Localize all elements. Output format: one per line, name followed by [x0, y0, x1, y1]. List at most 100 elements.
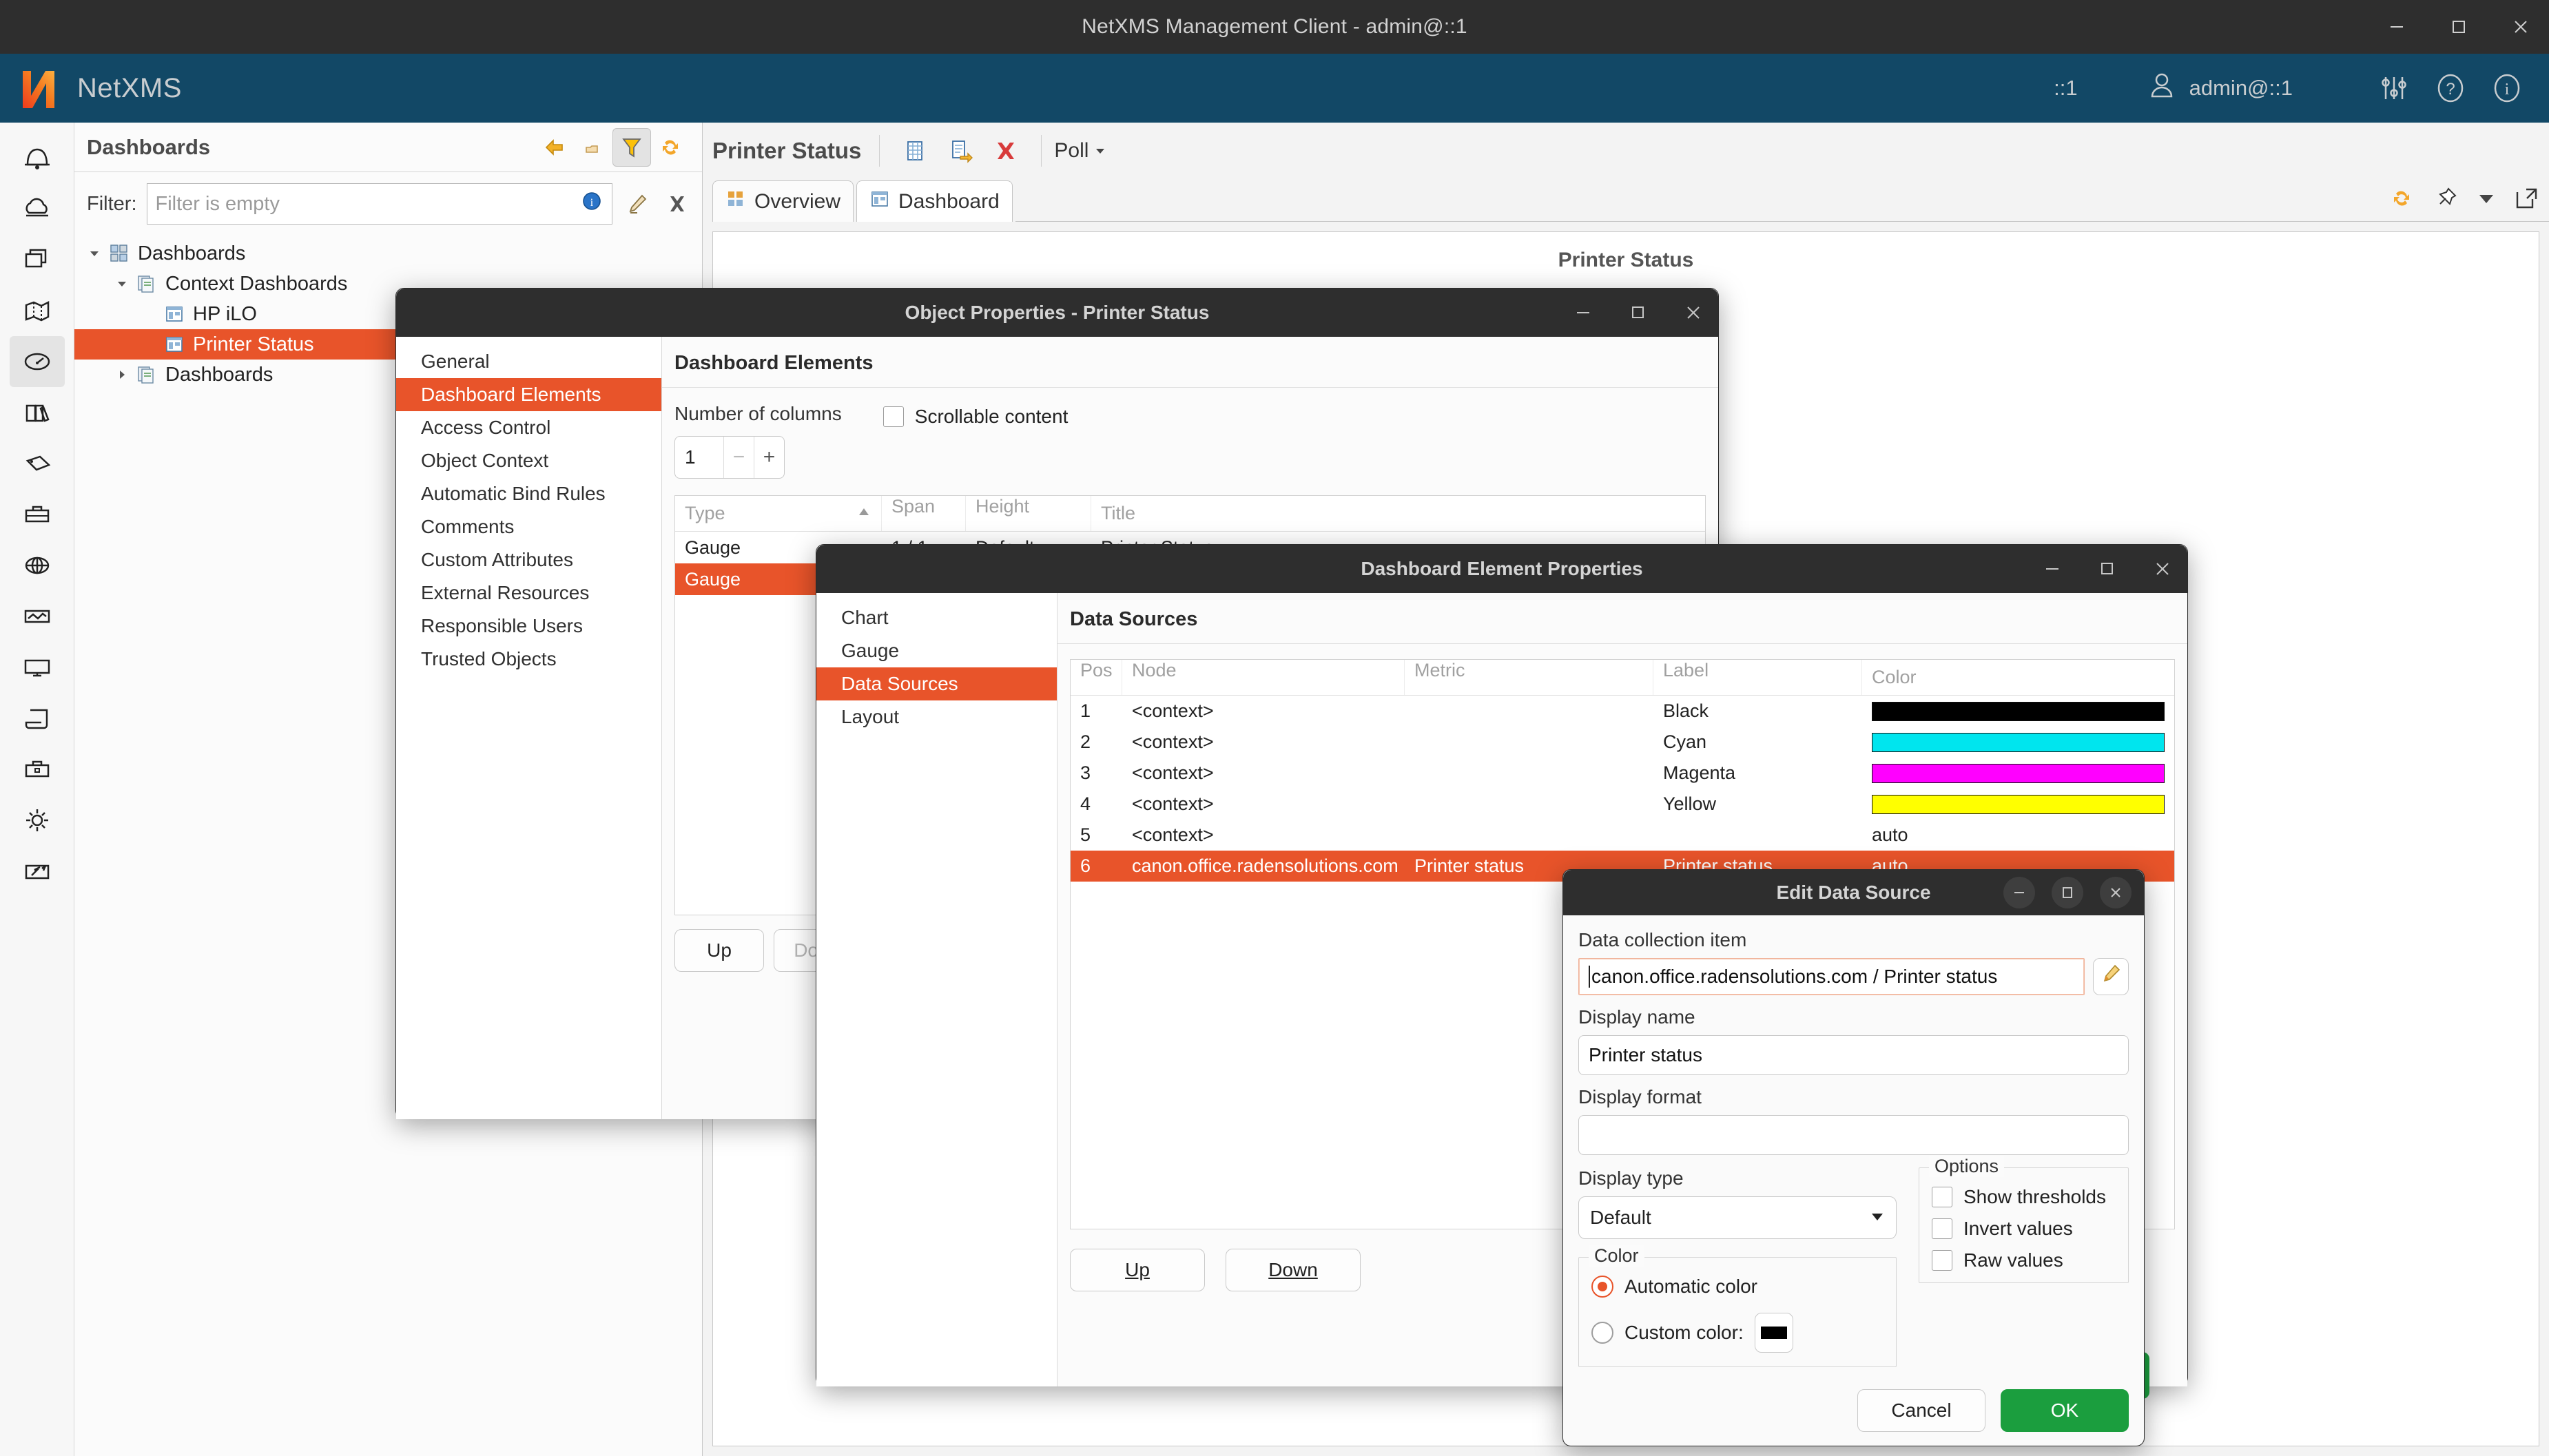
column-header-title[interactable]: Title	[1101, 503, 1135, 523]
show-thresholds-row[interactable]: Show thresholds	[1932, 1186, 2116, 1208]
table-row[interactable]: 3 <context> Magenta	[1071, 758, 2174, 789]
tab-overview[interactable]: Overview	[712, 180, 854, 222]
export-icon[interactable]	[942, 132, 979, 169]
rail-item-logs[interactable]	[10, 387, 65, 438]
column-header-type[interactable]: Type	[685, 503, 725, 524]
nav-item-dashboard-elements[interactable]: Dashboard Elements	[396, 378, 661, 411]
automatic-color-radio[interactable]	[1591, 1276, 1613, 1298]
dialog-close-button[interactable]	[2100, 877, 2132, 908]
filter-input-box[interactable]: i	[147, 183, 613, 225]
columns-increment-button[interactable]: +	[754, 437, 784, 478]
column-header-pos[interactable]: Pos	[1080, 660, 1113, 680]
maximize-icon[interactable]	[2513, 185, 2539, 217]
dialog-close-button[interactable]	[1681, 300, 1706, 325]
nav-item-access-control[interactable]: Access Control	[396, 411, 661, 444]
chevron-down-icon[interactable]	[110, 272, 134, 295]
custom-color-swatch-button[interactable]	[1755, 1313, 1793, 1353]
refresh-icon[interactable]	[651, 128, 690, 167]
color-swatch[interactable]	[1872, 764, 2165, 783]
rail-item-alarms[interactable]	[10, 132, 65, 183]
rail-item-cloud[interactable]	[10, 183, 65, 234]
column-header-height[interactable]: Height	[976, 496, 1029, 517]
rail-item-dashboards[interactable]	[10, 336, 65, 387]
dialog-close-button[interactable]	[2150, 557, 2175, 581]
user-menu[interactable]: admin@::1	[2147, 70, 2293, 106]
cancel-button[interactable]: Cancel	[1857, 1389, 1985, 1432]
window-minimize-button[interactable]	[2385, 15, 2408, 39]
rail-item-reports[interactable]	[10, 693, 65, 744]
nav-item-trusted-objects[interactable]: Trusted Objects	[396, 643, 661, 676]
rail-item-configuration[interactable]	[10, 795, 65, 846]
dialog-maximize-button[interactable]	[2095, 557, 2120, 581]
nav-item-object-context[interactable]: Object Context	[396, 444, 661, 477]
help-icon[interactable]: ?	[2426, 64, 2475, 112]
tree-item-dashboards-root[interactable]: Dashboards	[74, 238, 702, 269]
dci-picker-button[interactable]	[2093, 958, 2129, 995]
nav-item-custom-attributes[interactable]: Custom Attributes	[396, 543, 661, 576]
window-close-button[interactable]	[2509, 15, 2532, 39]
nav-item-chart[interactable]: Chart	[816, 601, 1057, 634]
dialog-maximize-button[interactable]	[2052, 877, 2083, 908]
show-thresholds-checkbox[interactable]	[1932, 1187, 1952, 1207]
display-format-input[interactable]	[1578, 1115, 2129, 1155]
columns-value[interactable]: 1	[675, 437, 723, 478]
columns-decrement-button[interactable]: −	[723, 437, 754, 478]
display-type-select[interactable]: Default	[1578, 1196, 1897, 1239]
rail-item-scripts[interactable]	[10, 846, 65, 897]
table-icon[interactable]	[896, 132, 933, 169]
tab-dashboard[interactable]: Dashboard	[856, 180, 1013, 222]
refresh-icon[interactable]	[2388, 185, 2415, 218]
rail-item-maps[interactable]	[10, 285, 65, 336]
filter-input[interactable]	[156, 193, 581, 216]
scrollable-content-checkbox[interactable]	[883, 406, 904, 427]
rail-item-monitors[interactable]	[10, 642, 65, 693]
dci-input[interactable]: canon.office.radensolutions.com / Printe…	[1578, 958, 2085, 995]
rail-item-tags[interactable]	[10, 438, 65, 489]
invert-values-checkbox[interactable]	[1932, 1218, 1952, 1239]
nav-item-layout[interactable]: Layout	[816, 700, 1057, 734]
move-up-button[interactable]: Up	[1070, 1249, 1205, 1291]
dialog-maximize-button[interactable]	[1626, 300, 1651, 325]
raw-values-checkbox[interactable]	[1932, 1250, 1952, 1271]
rail-item-network[interactable]	[10, 540, 65, 591]
nav-item-comments[interactable]: Comments	[396, 510, 661, 543]
column-header-node[interactable]: Node	[1132, 660, 1177, 680]
info-icon[interactable]: i	[2483, 64, 2531, 112]
filter-info-icon[interactable]: i	[580, 189, 603, 218]
nav-item-responsible-users[interactable]: Responsible Users	[396, 610, 661, 643]
table-row[interactable]: 2 <context> Cyan	[1071, 727, 2174, 758]
move-up-button[interactable]: Up	[674, 929, 764, 972]
dialog-minimize-button[interactable]	[1571, 300, 1596, 325]
invert-values-row[interactable]: Invert values	[1932, 1218, 2116, 1240]
nav-item-external-resources[interactable]: External Resources	[396, 576, 661, 610]
columns-stepper[interactable]: 1 − +	[674, 436, 785, 479]
pin-icon[interactable]	[2432, 185, 2459, 218]
back-arrow-icon[interactable]	[535, 128, 574, 167]
nav-item-data-sources[interactable]: Data Sources	[816, 667, 1057, 700]
delete-icon[interactable]	[987, 132, 1024, 169]
color-swatch[interactable]	[1872, 733, 2165, 752]
collapse-icon[interactable]	[574, 128, 612, 167]
dialog-minimize-button[interactable]	[2040, 557, 2065, 581]
color-swatch[interactable]	[1872, 795, 2165, 814]
raw-values-row[interactable]: Raw values	[1932, 1249, 2116, 1271]
sliders-icon[interactable]	[2370, 64, 2418, 112]
custom-color-radio[interactable]	[1591, 1322, 1613, 1344]
poll-menu-button[interactable]: Poll	[1054, 139, 1106, 163]
table-row[interactable]: 5 <context> auto	[1071, 820, 2174, 851]
table-row[interactable]: 1 <context> Black	[1071, 696, 2174, 727]
rail-item-performance[interactable]	[10, 591, 65, 642]
column-header-label[interactable]: Label	[1663, 660, 1709, 680]
nav-item-automatic-bind-rules[interactable]: Automatic Bind Rules	[396, 477, 661, 510]
filter-edit-icon[interactable]	[622, 189, 652, 219]
nav-item-general[interactable]: General	[396, 345, 661, 378]
column-header-span[interactable]: Span	[891, 496, 935, 517]
table-row[interactable]: 4 <context> Yellow	[1071, 789, 2174, 820]
window-maximize-button[interactable]	[2447, 15, 2470, 39]
dialog-minimize-button[interactable]	[2003, 877, 2035, 908]
rail-item-tools[interactable]	[10, 489, 65, 540]
chevron-down-icon[interactable]	[83, 242, 106, 265]
column-header-metric[interactable]: Metric	[1414, 660, 1465, 680]
filter-clear-icon[interactable]	[662, 189, 692, 219]
rail-item-toolbox[interactable]	[10, 744, 65, 795]
